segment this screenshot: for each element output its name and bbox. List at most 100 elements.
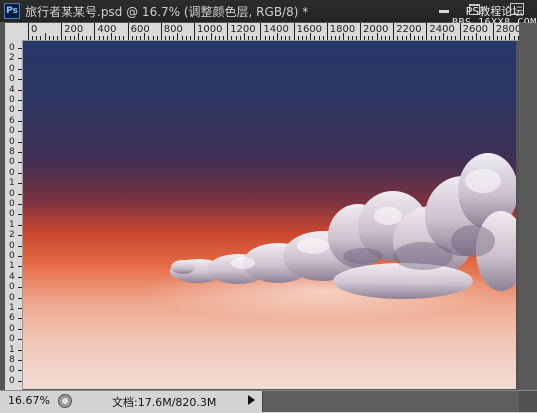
ruler-origin[interactable] xyxy=(5,23,22,40)
ruler-minor-tick xyxy=(277,33,278,40)
image-canvas[interactable] xyxy=(23,41,516,389)
ruler-minor-tick xyxy=(343,33,345,40)
ruler-minor-tick xyxy=(18,131,22,133)
ruler-minor-tick xyxy=(384,36,386,40)
ruler-minor-tick xyxy=(443,33,444,40)
ruler-minor-tick xyxy=(214,36,216,40)
ruler-minor-tick xyxy=(18,48,22,49)
ruler-minor-tick xyxy=(18,79,22,81)
ruler-minor-tick xyxy=(18,193,22,195)
ruler-label: 1 xyxy=(9,219,15,230)
ruler-minor-tick xyxy=(18,214,22,216)
ruler-minor-tick xyxy=(306,36,308,40)
ruler-minor-tick xyxy=(372,36,374,40)
ruler-major-tick xyxy=(194,23,195,40)
ruler-label: 600 xyxy=(130,24,150,35)
ruler-minor-tick xyxy=(152,36,154,40)
ruler-label: 2 xyxy=(9,53,15,64)
ruler-minor-tick xyxy=(119,36,121,40)
document-info-icon[interactable] xyxy=(58,394,72,408)
ruler-label: 0 xyxy=(9,95,15,105)
status-bar: 16.67% 文档:17.6M/820.3M xyxy=(0,390,537,413)
ruler-minor-tick xyxy=(52,36,54,40)
vertical-ruler[interactable]: 020040060080010001200140016001800 xyxy=(5,40,23,390)
ruler-major-tick xyxy=(459,23,461,40)
ruler-minor-tick xyxy=(36,36,38,40)
ruler-minor-tick xyxy=(318,36,320,40)
ruler-label: 0 xyxy=(9,323,15,334)
document-title: 旅行者某某号.psd @ 16.7% (调整颜色层, RGB/8) * xyxy=(25,5,309,19)
ruler-major-tick xyxy=(260,23,262,40)
ruler-major-tick xyxy=(94,23,96,40)
ruler-minor-tick xyxy=(256,36,258,40)
ruler-minor-tick xyxy=(144,33,146,40)
ruler-major-tick xyxy=(393,23,395,40)
ruler-minor-tick xyxy=(18,370,22,372)
ruler-minor-tick xyxy=(48,36,50,40)
ruler-minor-tick xyxy=(401,36,403,40)
ruler-label: 0 xyxy=(9,292,15,303)
ruler-major-tick xyxy=(426,23,428,40)
ruler-minor-tick xyxy=(476,33,478,40)
ruler-minor-tick xyxy=(351,36,353,40)
ruler-minor-tick xyxy=(18,68,22,70)
ruler-minor-tick xyxy=(18,266,22,268)
ruler-label: 0 xyxy=(9,188,15,199)
document-window: Ps 旅行者某某号.psd @ 16.7% (调整颜色层, RGB/8) * P… xyxy=(0,0,537,413)
ruler-minor-tick xyxy=(509,33,511,40)
ruler-minor-tick xyxy=(18,297,22,299)
zoom-level[interactable]: 16.67% xyxy=(8,394,52,409)
ruler-minor-tick xyxy=(185,36,187,40)
ruler-major-tick xyxy=(293,23,295,40)
ruler-minor-tick xyxy=(347,36,349,40)
ruler-minor-tick xyxy=(418,36,420,40)
ruler-label: 0 xyxy=(9,209,15,220)
ruler-minor-tick xyxy=(18,183,22,185)
ruler-label: 0 xyxy=(9,63,15,74)
ruler-minor-tick xyxy=(86,36,88,40)
ruler-minor-tick xyxy=(18,328,22,330)
ruler-minor-tick xyxy=(57,36,59,40)
ruler-minor-tick xyxy=(218,36,220,40)
ruler-minor-tick xyxy=(106,36,108,40)
ruler-minor-tick xyxy=(148,36,150,40)
status-menu-arrow-icon[interactable] xyxy=(248,395,255,405)
ruler-label: 0 xyxy=(9,199,15,209)
ruler-minor-tick xyxy=(189,36,191,40)
ruler-minor-tick xyxy=(430,36,432,40)
ruler-minor-tick xyxy=(247,36,249,40)
ruler-minor-tick xyxy=(447,36,449,40)
ruler-minor-tick xyxy=(131,36,133,40)
horizontal-scrollbar[interactable] xyxy=(262,391,519,412)
resize-grip[interactable] xyxy=(519,391,537,412)
photoshop-icon: Ps xyxy=(4,3,20,19)
horizontal-ruler[interactable]: 0 200 400 600 800 1000 1200 1400 1600 1800 2000 220… xyxy=(22,23,519,41)
ruler-major-tick xyxy=(227,23,229,40)
ruler-major-tick xyxy=(160,23,162,40)
ruler-minor-tick xyxy=(405,36,407,40)
ruler-minor-tick xyxy=(156,36,158,40)
ruler-label: 400 xyxy=(97,24,117,35)
ruler-minor-tick xyxy=(310,33,312,40)
ruler-minor-tick xyxy=(18,89,22,91)
ruler-minor-tick xyxy=(438,36,440,40)
cloud-layer xyxy=(143,153,516,321)
ruler-label: 4 xyxy=(9,271,15,282)
ruler-minor-tick xyxy=(285,36,287,40)
ruler-minor-tick xyxy=(18,100,22,101)
ruler-minor-tick xyxy=(355,36,357,40)
ruler-label: 800 xyxy=(163,24,183,35)
ruler-minor-tick xyxy=(18,256,22,257)
ruler-minor-tick xyxy=(409,33,411,40)
ruler-minor-tick xyxy=(77,33,79,40)
ruler-minor-tick xyxy=(472,36,474,40)
title-bar[interactable]: Ps 旅行者某某号.psd @ 16.7% (调整颜色层, RGB/8) * P… xyxy=(0,0,537,28)
ruler-label: 0 xyxy=(9,43,15,53)
ruler-label: 0 xyxy=(9,251,15,261)
ruler-minor-tick xyxy=(364,36,366,40)
vertical-scrollbar[interactable] xyxy=(519,23,537,390)
ruler-minor-tick xyxy=(488,36,490,40)
ruler-minor-tick xyxy=(18,152,22,153)
ruler-label: 0 xyxy=(9,126,15,137)
ruler-minor-tick xyxy=(231,36,233,40)
